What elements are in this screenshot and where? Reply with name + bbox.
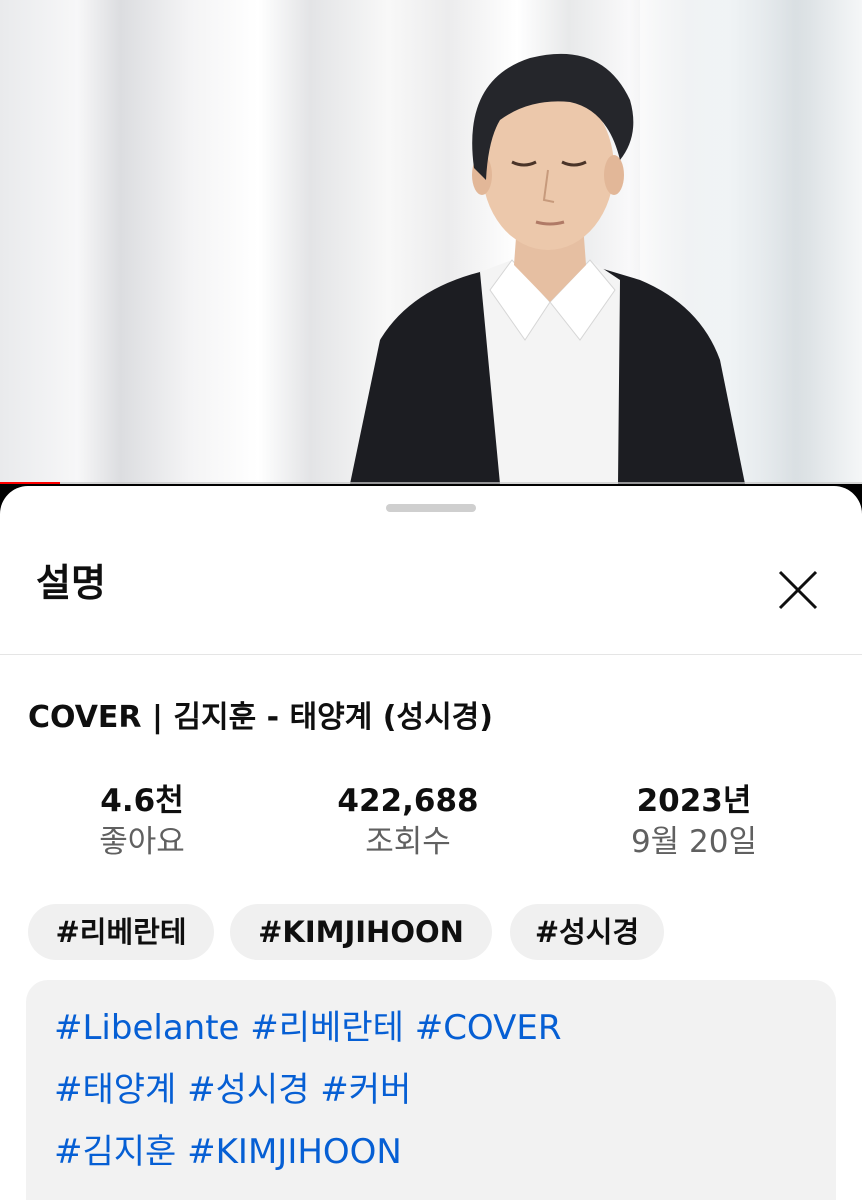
hashtag-link[interactable]: #성시경 (187, 1070, 309, 1110)
hashtag-link[interactable]: #COVER (415, 1008, 562, 1048)
divider (0, 654, 862, 655)
description-sheet: 설명 COVER | 김지훈 - 태양계 (성시경) 4.6천 좋아요 422,… (0, 486, 862, 1200)
tag-chip[interactable]: #리베란테 (28, 904, 214, 960)
video-progress-fill (0, 482, 61, 484)
description-box: #Libelante #리베란테 #COVER #태양계 #성시경 #커버 #김… (26, 980, 836, 1200)
video-title: COVER | 김지훈 - 태양계 (성시경) (28, 700, 493, 735)
views-count: 422,688 (337, 783, 479, 819)
hashtag-link[interactable]: #태양계 (54, 1070, 176, 1110)
video-frame-person (350, 53, 745, 484)
video-player[interactable] (0, 0, 862, 484)
close-button[interactable] (772, 564, 824, 616)
description-line: #김지훈 #KIMJIHOON (54, 1124, 402, 1173)
sheet-title: 설명 (36, 561, 106, 605)
close-icon (778, 570, 818, 610)
tag-chip[interactable]: #성시경 (510, 904, 664, 960)
likes-label: 좋아요 (99, 824, 185, 860)
likes-stat: 4.6천 좋아요 (32, 782, 252, 864)
tag-chip[interactable]: #KIMJIHOON (230, 904, 492, 960)
hashtag-link[interactable]: #커버 (320, 1070, 411, 1110)
hashtag-link[interactable]: #리베란테 (250, 1008, 404, 1048)
upload-date-stat: 2023년 9월 20일 (584, 782, 804, 864)
upload-day: 9월 20일 (630, 824, 758, 860)
hashtag-link[interactable]: #Libelante (54, 1008, 239, 1048)
views-label: 조회수 (365, 824, 451, 860)
likes-count: 4.6천 (100, 783, 184, 819)
hashtag-link[interactable]: #김지훈 (54, 1132, 176, 1172)
hashtag-link[interactable]: #KIMJIHOON (187, 1132, 402, 1172)
drag-handle[interactable] (386, 504, 476, 512)
description-line: #Libelante #리베란테 #COVER (54, 1000, 561, 1049)
upload-year: 2023년 (636, 783, 752, 819)
description-line: #태양계 #성시경 #커버 (54, 1062, 411, 1111)
video-progress-bar[interactable] (0, 482, 862, 484)
views-stat: 422,688 조회수 (298, 782, 518, 864)
